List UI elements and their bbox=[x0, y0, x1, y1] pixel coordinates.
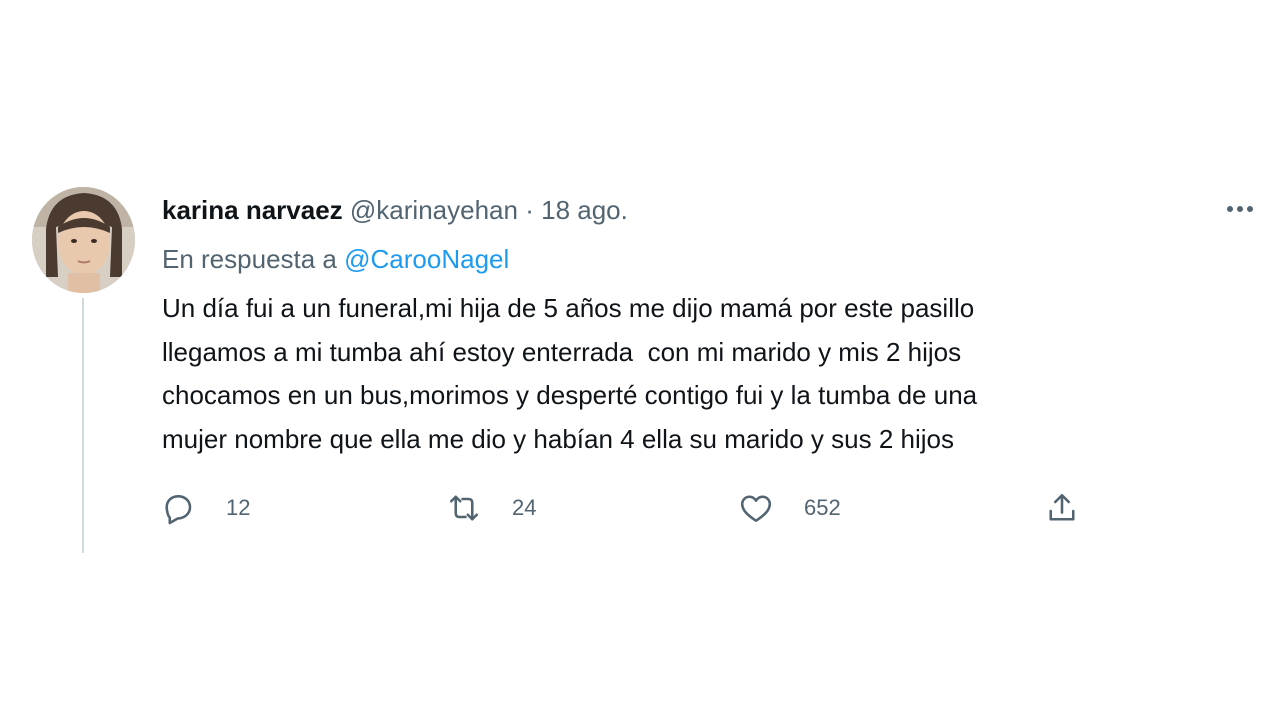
tweet-text-line: llegamos a mi tumba ahí estoy enterrada … bbox=[162, 336, 962, 367]
author-handle[interactable]: @karinayehan bbox=[350, 195, 518, 225]
reply-button[interactable]: 12 bbox=[160, 486, 250, 530]
more-icon bbox=[1227, 206, 1253, 212]
reply-mention-link[interactable]: @CarooNagel bbox=[344, 244, 509, 274]
tweet: karina narvaez @karinayehan · 18 ago. En… bbox=[0, 0, 1280, 720]
like-count: 652 bbox=[804, 495, 841, 520]
separator-dot: · bbox=[525, 195, 534, 225]
retweet-button[interactable]: 24 bbox=[446, 486, 536, 530]
author-name[interactable]: karina narvaez bbox=[162, 195, 343, 225]
like-button[interactable]: 652 bbox=[738, 486, 841, 530]
reply-prefix: En respuesta a bbox=[162, 244, 337, 274]
tweet-text-line: Un día fui a un funeral,mi hija de 5 año… bbox=[162, 293, 975, 323]
share-icon bbox=[1049, 493, 1075, 521]
reply-count: 12 bbox=[226, 495, 251, 520]
like-icon bbox=[740, 495, 772, 523]
tweet-date[interactable]: 18 ago. bbox=[541, 195, 628, 225]
retweet-icon bbox=[449, 495, 479, 521]
reply-context: En respuesta a @CarooNagel bbox=[162, 242, 509, 276]
tweet-text-line: chocamos en un bus,morimos y desperté co… bbox=[162, 380, 978, 410]
reply-icon bbox=[165, 495, 192, 525]
avatar-photo bbox=[32, 187, 135, 293]
tweet-text-line: mujer nombre que ella me dio y habían 4 … bbox=[162, 423, 954, 454]
retweet-count: 24 bbox=[512, 495, 537, 520]
tweet-header: karina narvaez @karinayehan · 18 ago. bbox=[162, 193, 628, 227]
more-options-button[interactable] bbox=[1222, 196, 1258, 222]
share-button[interactable] bbox=[1044, 486, 1080, 530]
action-bar: 12 24 652 bbox=[0, 486, 1280, 530]
avatar[interactable] bbox=[32, 187, 135, 293]
tweet-text: Un día fui a un funeral,mi hija de 5 año… bbox=[162, 287, 1232, 461]
